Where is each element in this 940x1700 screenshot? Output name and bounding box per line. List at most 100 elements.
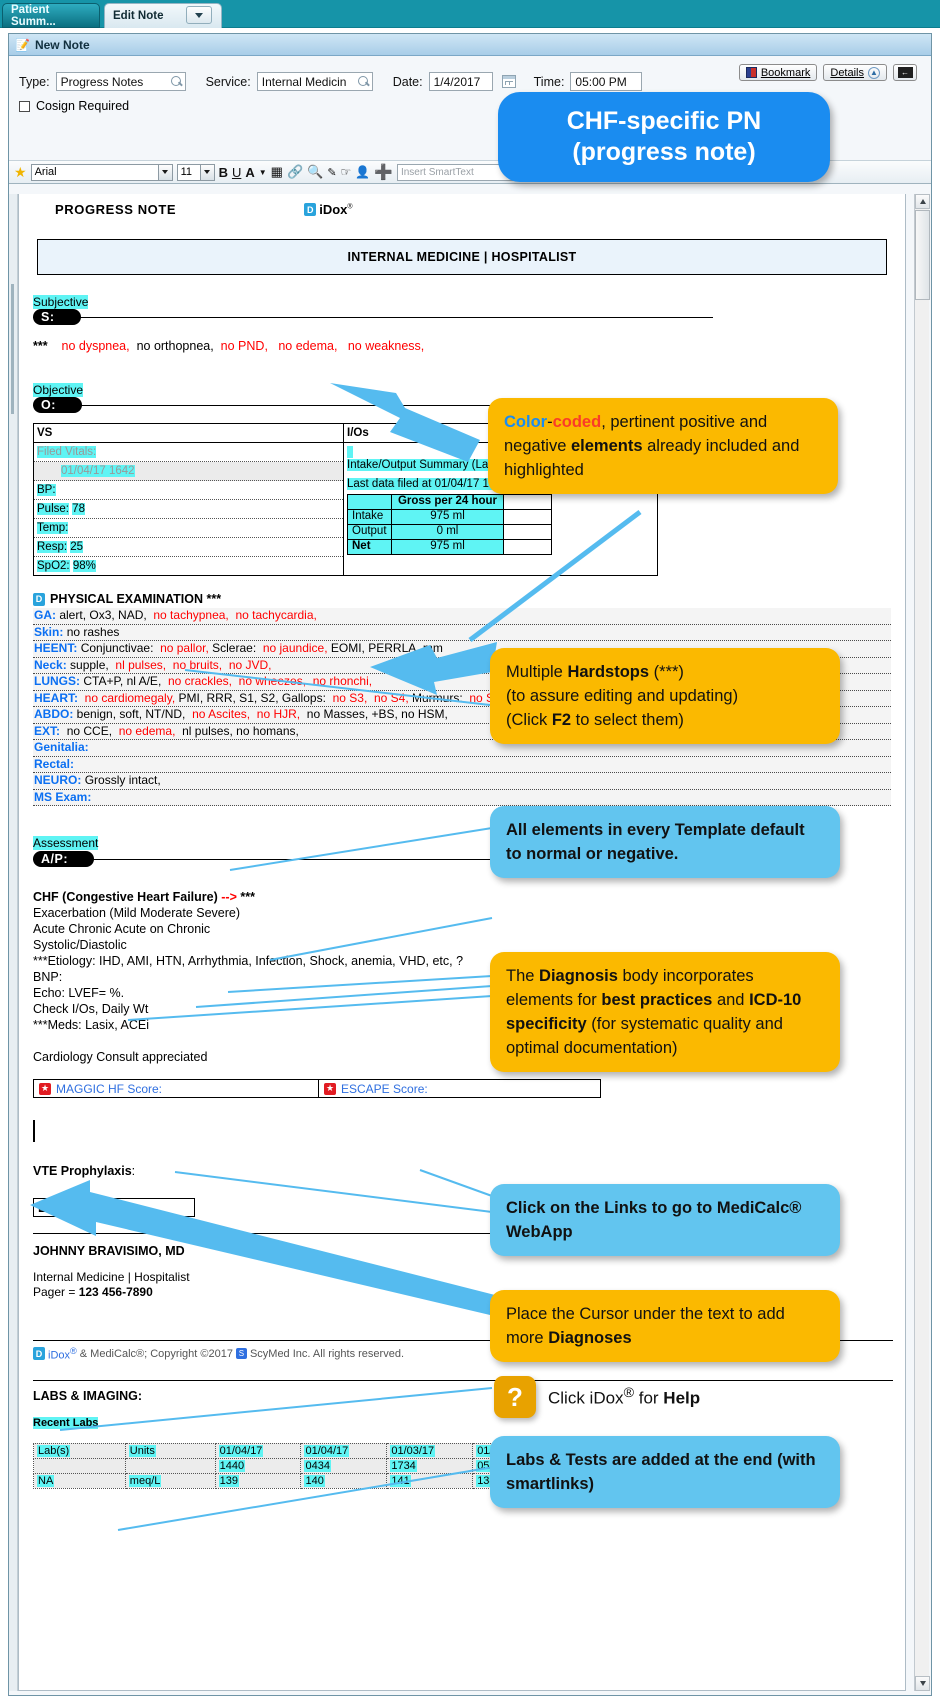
pe-line-label: MS Exam: (34, 789, 92, 804)
pager-number: 123 456-7890 (78, 1285, 153, 1299)
details-button[interactable]: Details ▲ (823, 64, 887, 81)
zoom-in-icon[interactable]: 🔍 (307, 164, 323, 180)
pe-part: EOMI, PERRLA, mm (330, 641, 443, 655)
vitals-row: BP: (34, 481, 343, 500)
service-banner-text: INTERNAL MEDICINE | HOSPITALIST (347, 250, 577, 264)
pe-part: no CCE, (66, 723, 113, 738)
magnifier-icon[interactable] (170, 75, 183, 88)
ios-table-header: Gross per 24 hour (397, 495, 498, 507)
font-color-button[interactable]: A (245, 165, 254, 180)
pe-line[interactable]: Skin: no rashes (33, 624, 891, 641)
table-icon[interactable]: ▦ (271, 164, 283, 180)
vitals-column-header: VS (37, 427, 53, 439)
back-arrow-icon: ← (897, 67, 913, 78)
diagnosis-title: CHF (Congestive Heart Failure) (33, 890, 218, 904)
escape-score-link[interactable]: ★ ESCAPE Score: (319, 1080, 433, 1097)
chevron-down-icon[interactable] (157, 164, 172, 180)
vitals-label: Pulse: (37, 503, 69, 515)
subjective-item: no dyspnea, (61, 339, 130, 353)
physical-exam-title-text: PHYSICAL EXAMINATION *** (50, 592, 222, 606)
pe-part: Sclerae: (212, 641, 257, 655)
filed-vitals-time: 01/04/17 1642 (61, 465, 135, 477)
callout-help-d: Help (663, 1388, 701, 1408)
lab-cell: 140 (304, 1474, 325, 1487)
favorite-star-icon[interactable]: ★ (14, 164, 27, 181)
s-pill: S: (33, 309, 81, 325)
help-person-icon[interactable]: 👤 (355, 165, 370, 179)
smarttext-input[interactable]: Insert SmartText (396, 163, 515, 181)
vte-prophylaxis-line[interactable]: VTE Prophylaxis: (33, 1164, 891, 1178)
pe-part: no Masses, +BS, no HSM, (306, 707, 448, 721)
tab-patient-summary[interactable]: Patient Summ... (2, 3, 100, 28)
time-input[interactable]: 05:00 PM (570, 72, 643, 91)
pe-part: no bruits, (172, 657, 223, 672)
labs-divider (33, 1379, 893, 1381)
maggic-hf-score-link[interactable]: ★ MAGGIC HF Score: (34, 1080, 319, 1097)
vitals-label: SpO2: (37, 560, 70, 572)
pe-line[interactable]: GA: alert, Ox3, NAD, no tachypnea, no ta… (33, 608, 891, 625)
vitals-label: Temp: (37, 522, 69, 534)
bold-button[interactable]: B (219, 165, 228, 180)
pe-line[interactable]: NEURO: Grossly intact, (33, 773, 891, 790)
chevron-down-icon[interactable] (199, 164, 214, 180)
spellcheck-abc-icon[interactable]: ✎ (327, 166, 336, 179)
pe-part: no tachycardia, (235, 608, 317, 622)
pe-line-label: ABDO: (34, 707, 74, 721)
magnifier-icon[interactable] (357, 75, 370, 88)
tab-dropdown-button[interactable] (186, 6, 212, 24)
smarttext-placeholder: Insert SmartText (400, 166, 474, 178)
pe-part: Murmurs: (412, 690, 463, 705)
pe-part: no jaundice, (262, 641, 328, 655)
underline-button[interactable]: U (232, 165, 241, 180)
type-input[interactable]: Progress Notes (55, 72, 186, 91)
ios-inner-table: Gross per 24 hour Intake 975 ml Output 0 (347, 494, 552, 555)
scroll-thumb[interactable] (915, 210, 930, 300)
vte-colon: : (131, 1164, 136, 1178)
subjective-label-text: Subjective (33, 295, 89, 309)
escape-score-label: ESCAPE Score: (341, 1081, 428, 1096)
cosign-checkbox[interactable] (19, 100, 30, 112)
callout-labs: Labs & Tests are added at the end (with … (490, 1436, 840, 1508)
plus-icon[interactable]: ➕ (374, 163, 393, 181)
scroll-up-arrow-icon[interactable] (915, 194, 930, 209)
bookmark-button[interactable]: Bookmark (738, 64, 818, 81)
back-button[interactable]: ← (893, 64, 917, 81)
pe-part: PMI, RRR, S1, S2, Gallops: (178, 690, 326, 705)
ios-row: Net 975 ml (347, 539, 552, 555)
pe-line-label: Genitalia: (34, 740, 89, 754)
pe-part: no HJR, (256, 707, 301, 721)
o-pill: O: (33, 397, 82, 413)
subjective-content[interactable]: *** no dyspnea, no orthopnea, no PND, no… (33, 339, 891, 353)
pe-line-label: GA: (34, 608, 56, 622)
hardstop-marker: *** (33, 339, 48, 353)
link-icon[interactable]: 🔗 (287, 164, 303, 180)
chevron-down-icon[interactable]: ▼ (259, 168, 267, 177)
idox-brand-reg: ® (347, 203, 353, 211)
lab-cell: meq/L (128, 1474, 162, 1487)
service-input[interactable]: Internal Medicin (256, 72, 373, 91)
calendar-icon[interactable] (501, 75, 516, 88)
date-input[interactable]: 1/4/2017 (428, 72, 493, 91)
ap-pill: A/P: (33, 851, 94, 867)
font-family-select[interactable]: Arial (30, 163, 173, 181)
ios-row: Intake 975 ml (347, 509, 552, 525)
pe-part: nl pulses, (115, 657, 167, 672)
font-size-select[interactable]: 11 (176, 163, 215, 181)
lab-header: 01/04/17 (218, 1444, 264, 1457)
callout-dx-e: and (712, 991, 750, 1009)
pe-line[interactable]: MS Exam: (33, 789, 891, 806)
pe-part: no rashes (66, 624, 120, 639)
pe-part: no JVD, (228, 657, 272, 672)
ios-row-value: 975 ml (430, 540, 465, 552)
footer-brand-reg: ® (70, 1346, 77, 1356)
pointer-icon[interactable]: ☞ (341, 165, 352, 179)
callout-lk-b: MediCalc (716, 1199, 790, 1217)
service-banner: INTERNAL MEDICINE | HOSPITALIST (37, 239, 887, 275)
subjective-section-label: Subjective (33, 295, 891, 309)
document-scrollbar[interactable] (914, 194, 930, 1691)
lab-header-time: 1440 (218, 1459, 246, 1472)
scroll-down-arrow-icon[interactable] (915, 1676, 930, 1691)
idox-brand[interactable]: D iDox® (304, 202, 353, 217)
pe-line[interactable]: Rectal: (33, 756, 891, 773)
pe-part: no rhonchi, (312, 674, 373, 688)
